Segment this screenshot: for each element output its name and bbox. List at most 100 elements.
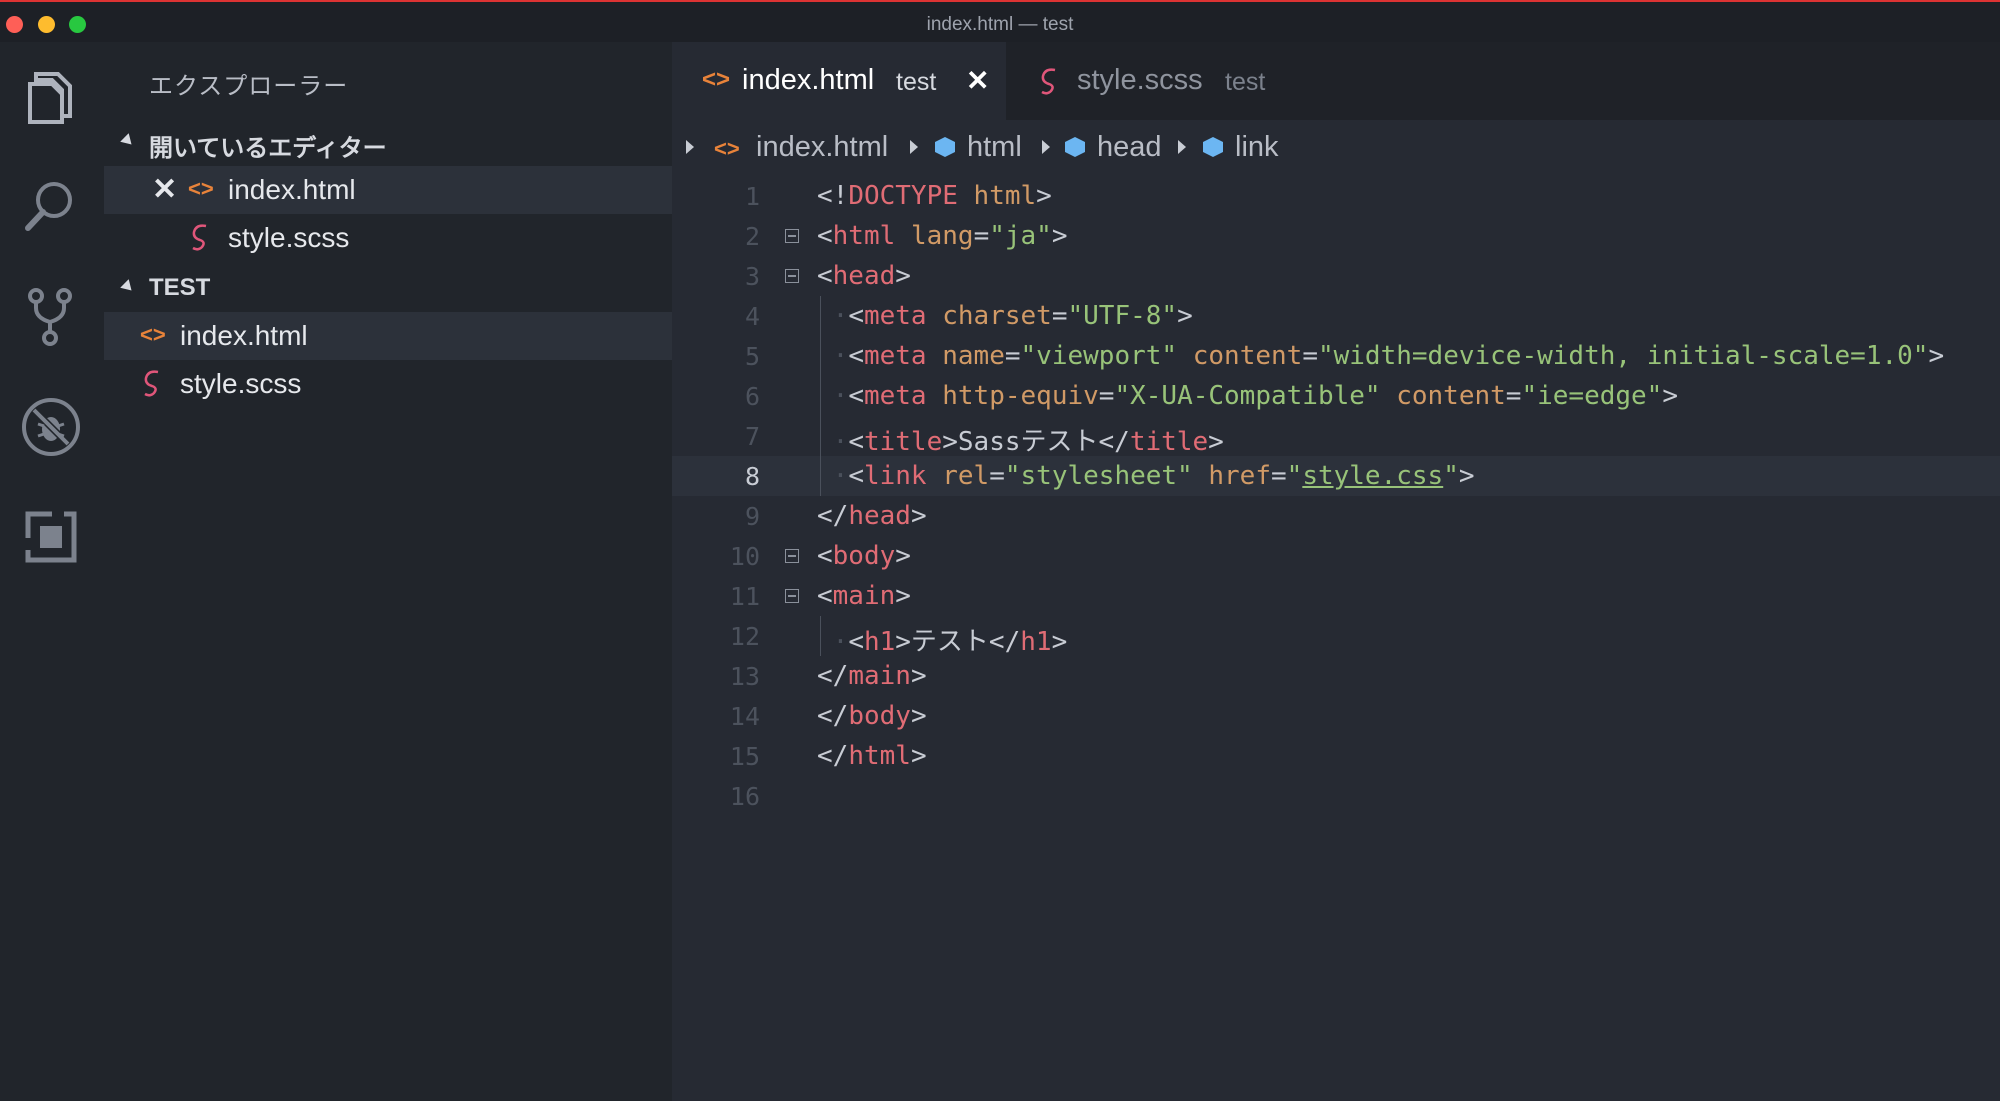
breadcrumb-item[interactable]: head: [1097, 131, 1162, 164]
code-text: </body>: [817, 701, 927, 731]
chevron-right-icon: [686, 140, 694, 154]
tab-style-scss[interactable]: style.scss test: [1007, 42, 1335, 120]
code-text: <head>: [817, 261, 911, 291]
code-text: <html lang="ja">: [817, 221, 1068, 251]
line-number: 7: [744, 422, 760, 451]
code-text: ·<h1>テスト</h1>: [817, 627, 1068, 657]
breadcrumb-item[interactable]: html: [967, 131, 1022, 164]
breadcrumb-item[interactable]: link: [1235, 131, 1279, 164]
line-number: 4: [744, 302, 760, 331]
code-line: 4 ·<meta charset="UTF-8">: [672, 296, 2000, 336]
open-editor-name: style.scss: [228, 222, 350, 253]
file-name: index.html: [180, 320, 308, 351]
line-number: 15: [729, 742, 760, 771]
code-line: 1 <!DOCTYPE html>: [672, 176, 2000, 216]
folder-label: TEST: [149, 274, 211, 301]
line-number: 1: [744, 182, 760, 211]
code-text: <!DOCTYPE html>: [817, 181, 1052, 211]
code-line: 11 <main>: [672, 576, 2000, 616]
html-file-icon: <>: [140, 322, 166, 347]
chevron-right-icon: [1042, 140, 1050, 154]
fold-toggle-icon[interactable]: [785, 549, 799, 563]
close-icon[interactable]: ✕: [152, 172, 177, 207]
code-text: <main>: [817, 581, 911, 611]
line-number: 14: [729, 702, 760, 731]
code-line: 14 </body>: [672, 696, 2000, 736]
open-editor-item-index-html[interactable]: ✕ <> index.html: [104, 166, 672, 214]
open-editors-section-header[interactable]: 開いているエディター: [104, 118, 672, 166]
code-line: 7 ·<title>Sassテスト</title>: [672, 416, 2000, 457]
tab-index-html[interactable]: <> index.html test ✕: [672, 42, 1006, 120]
chevron-right-icon: [910, 140, 918, 154]
code-line: 13 </main>: [672, 656, 2000, 696]
file-item-style-scss[interactable]: style.scss: [104, 360, 672, 408]
code-text: </head>: [817, 501, 927, 531]
line-number: 2: [744, 222, 760, 251]
fold-toggle-icon[interactable]: [785, 269, 799, 283]
line-number: 11: [729, 582, 760, 611]
test-folder-section-header[interactable]: TEST: [104, 264, 672, 312]
tab-dir: test: [896, 68, 937, 96]
line-number: 5: [744, 342, 760, 371]
line-number: 13: [729, 662, 760, 691]
fold-toggle-icon[interactable]: [785, 589, 799, 603]
code-line: 2 <html lang="ja">: [672, 216, 2000, 256]
extensions-icon[interactable]: [20, 506, 82, 568]
code-text: ·<meta http-equiv="X-UA-Compatible" cont…: [817, 381, 1678, 411]
chevron-right-icon: [1178, 140, 1186, 154]
code-text: </main>: [817, 661, 927, 691]
html-file-icon: <>: [188, 176, 214, 201]
editor-tab-bar: <> index.html test ✕ style.scss test: [672, 42, 2000, 120]
open-editor-name: index.html: [228, 174, 356, 205]
tab-name: index.html: [742, 64, 875, 96]
breadcrumb: <> index.html html head link: [672, 120, 2000, 176]
breadcrumb-item[interactable]: index.html: [756, 131, 888, 164]
code-text: ·<meta charset="UTF-8">: [817, 301, 1193, 331]
line-number: 16: [729, 782, 760, 811]
line-number: 8: [744, 462, 760, 491]
file-name: style.scss: [180, 368, 302, 399]
code-line-current: 8 ·<link rel="stylesheet" href="style.cs…: [672, 456, 2000, 496]
file-item-index-html[interactable]: <> index.html: [104, 312, 672, 360]
element-cube-icon: [935, 137, 955, 157]
code-editor[interactable]: 1 <!DOCTYPE html> 2 <html lang="ja"> 3 <…: [672, 176, 2000, 1101]
html-file-icon: <>: [714, 136, 740, 161]
collapse-triangle-icon: [120, 133, 136, 149]
tab-name: style.scss: [1077, 64, 1203, 96]
scss-file-icon: [140, 368, 164, 403]
search-icon[interactable]: [20, 176, 82, 238]
source-control-icon[interactable]: [20, 286, 82, 348]
code-text: ·<meta name="viewport" content="width=de…: [817, 341, 1945, 371]
explorer-title: エクスプローラー: [149, 73, 349, 100]
scss-file-icon: [1037, 66, 1061, 101]
window-title: index.html — test: [926, 14, 1074, 35]
tab-close-icon[interactable]: ✕: [966, 64, 989, 97]
fold-toggle-icon[interactable]: [785, 229, 799, 243]
line-number: 9: [744, 502, 760, 531]
activity-bar: [0, 42, 104, 1101]
line-number: 12: [729, 622, 760, 651]
code-line: 6 ·<meta http-equiv="X-UA-Compatible" co…: [672, 376, 2000, 416]
code-line: 12 ·<h1>テスト</h1>: [672, 616, 2000, 657]
files-icon[interactable]: [20, 66, 82, 128]
debug-icon[interactable]: [20, 396, 82, 458]
open-editor-item-style-scss[interactable]: style.scss: [104, 214, 672, 262]
line-number: 6: [744, 382, 760, 411]
code-text: ·<title>Sassテスト</title>: [817, 427, 1224, 457]
open-editors-label: 開いているエディター: [149, 135, 387, 162]
collapse-triangle-icon: [120, 279, 136, 295]
code-line: 16: [672, 776, 2000, 816]
title-bar: index.html — test: [0, 0, 2000, 42]
line-number: 3: [744, 262, 760, 291]
code-line: 9 </head>: [672, 496, 2000, 536]
code-line: 3 <head>: [672, 256, 2000, 296]
code-line: 5 ·<meta name="viewport" content="width=…: [672, 336, 2000, 376]
scss-file-icon: [188, 222, 212, 257]
tab-dir: test: [1225, 68, 1266, 96]
element-cube-icon: [1203, 137, 1223, 157]
code-text: ·<link rel="stylesheet" href="style.css"…: [817, 461, 1475, 491]
code-line: 10 <body>: [672, 536, 2000, 576]
element-cube-icon: [1065, 137, 1085, 157]
html-file-icon: <>: [702, 66, 731, 93]
explorer-sidebar: エクスプローラー 開いているエディター ✕ <> index.html styl…: [104, 42, 672, 1101]
